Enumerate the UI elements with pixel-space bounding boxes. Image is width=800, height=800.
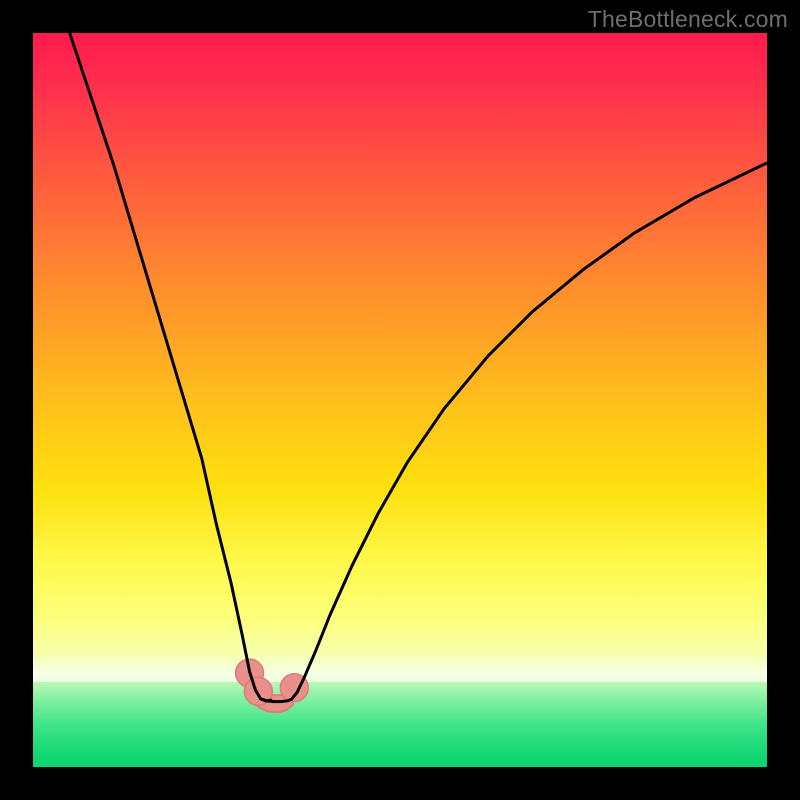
watermark-text: TheBottleneck.com [588,6,788,33]
series-left_branch [70,33,271,701]
curve-layer [33,33,767,767]
chart-stage: TheBottleneck.com [0,0,800,800]
plot-area [33,33,767,767]
series-right_branch [291,163,767,700]
curve-series [70,33,767,702]
